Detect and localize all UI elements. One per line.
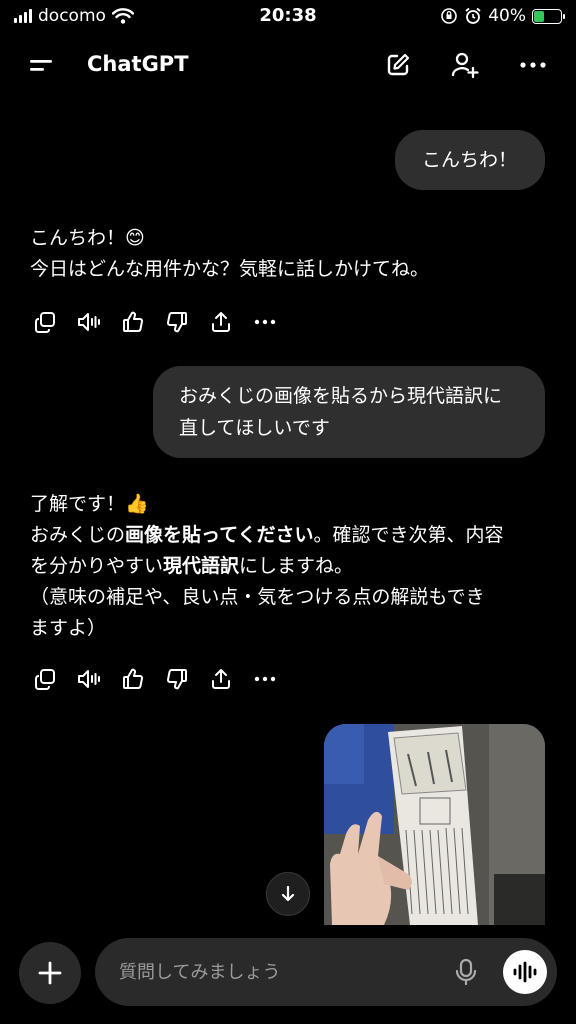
thumbs-down-icon [167,669,187,690]
thumbs-up-icon [123,311,143,332]
copy-button[interactable] [30,307,60,337]
assistant-message-line: 了解です！👍 [30,493,149,515]
edit-icon [387,53,410,76]
assistant-message-line: 今日はどんな用件かな？気軽に話しかけてね。 [30,258,430,280]
header: ChatGPT [0,40,576,90]
text-span: 。確認でき次第、内容 [313,524,504,546]
bad-response-button[interactable] [162,664,192,694]
assistant-message-line: ますよ） [30,617,107,639]
speaker-icon [78,670,100,688]
more-actions-button[interactable] [250,307,280,337]
arrow-down-icon [281,885,295,902]
message-actions [30,307,280,337]
assistant-message-line: おみくじの画像を貼ってください。確認でき次第、内容 [30,520,545,551]
more-icon [254,319,276,325]
speaker-icon [78,313,100,331]
more-actions-button[interactable] [250,664,280,694]
bad-response-button[interactable] [162,307,192,337]
bold-text: 現代語訳 [163,555,240,577]
new-chat-button[interactable] [381,48,415,82]
message-actions [30,664,280,694]
alarm-icon [465,7,481,24]
user-message-text: 直してほしいです [179,417,330,439]
menu-icon[interactable] [28,52,56,78]
copy-button[interactable] [30,664,60,694]
user-message: こんちわ！ [395,130,545,190]
read-aloud-button[interactable] [74,307,104,337]
more-icon [520,62,546,68]
more-icon [254,676,276,682]
assistant-message-line: を分かりやすい現代語訳にしますね。 [30,551,545,582]
orientation-lock-icon [441,8,458,24]
voice-mode-icon [513,961,537,983]
status-right: 40% [440,6,565,26]
good-response-button[interactable] [118,664,148,694]
bold-text: 画像を貼ってください [125,524,314,546]
text-span: おみくじの [30,524,126,546]
mic-icon [455,958,477,986]
attached-photo[interactable] [324,724,545,925]
status-bar: docomo 20:38 40% [0,0,576,34]
thumbs-down-icon [167,312,187,333]
copy-icon [35,669,55,690]
text-span: にしますね。 [239,555,354,577]
share-icon [212,312,230,332]
share-button[interactable] [206,307,236,337]
dictation-button[interactable] [451,956,481,988]
add-person-icon [451,52,479,79]
battery-icon [532,8,565,24]
user-message-text: おみくじの画像を貼るから現代語訳に [179,385,503,407]
omikuji-photo [324,724,545,925]
message-input[interactable] [119,958,439,986]
more-options-button[interactable] [516,48,550,82]
share-button[interactable] [206,664,236,694]
copy-icon [35,312,55,333]
good-response-button[interactable] [118,307,148,337]
voice-mode-button[interactable] [503,950,547,994]
share-icon [212,669,230,689]
assistant-message-line: （意味の補足や、良い点・気をつける点の解説もでき [30,586,485,608]
user-message-text: こんちわ！ [422,149,518,171]
add-person-button[interactable] [448,48,482,82]
scroll-to-bottom-button[interactable] [266,872,310,916]
message-composer [95,938,557,1006]
thumbs-up-icon [123,668,143,689]
plus-icon [38,961,62,985]
assistant-message-line: こんちわ！😊 [30,227,145,249]
battery-percent: 40% [488,6,526,26]
attach-button[interactable] [19,942,81,1004]
user-message: おみくじの画像を貼るから現代語訳に 直してほしいです [153,366,545,458]
text-span: を分かりやすい [30,555,164,577]
assistant-message: 了解です！👍 おみくじの画像を貼ってください。確認でき次第、内容 を分かりやすい… [30,489,545,644]
assistant-message: こんちわ！😊 今日はどんな用件かな？気軽に話しかけてね。 [30,223,545,285]
app-title: ChatGPT [87,52,189,76]
read-aloud-button[interactable] [74,664,104,694]
